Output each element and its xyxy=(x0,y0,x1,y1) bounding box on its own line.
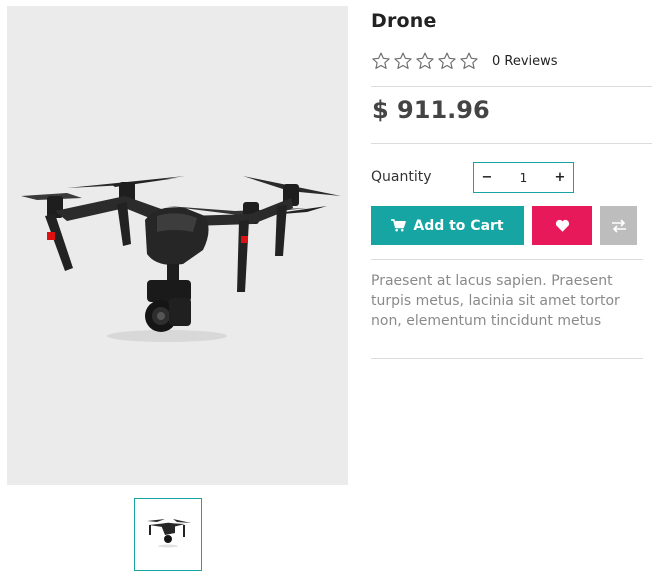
quantity-stepper: − + xyxy=(473,162,574,193)
product-title: Drone xyxy=(371,10,437,32)
quantity-increment-button[interactable]: + xyxy=(552,170,568,185)
product-rating: 0 Reviews xyxy=(371,49,558,73)
add-to-cart-button[interactable]: Add to Cart xyxy=(371,206,524,245)
add-to-cart-label: Add to Cart xyxy=(413,217,504,234)
quantity-decrement-button[interactable]: − xyxy=(479,170,495,185)
drone-thumbnail-image xyxy=(147,519,191,548)
divider xyxy=(371,86,652,87)
star-empty-icon[interactable] xyxy=(459,51,479,71)
compare-arrows-icon xyxy=(611,218,626,233)
wishlist-button[interactable] xyxy=(532,206,592,245)
product-description: Praesent at lacus sapien. Praesent turpi… xyxy=(371,273,620,329)
product-page: Drone 0 Reviews $ 911.96 Quantity − + xyxy=(0,0,668,584)
compare-button[interactable] xyxy=(600,206,637,245)
product-price: $ 911.96 xyxy=(372,96,490,124)
heart-icon xyxy=(555,219,569,232)
star-empty-icon[interactable] xyxy=(371,51,391,71)
quantity-label: Quantity xyxy=(371,169,432,185)
shopping-cart-icon xyxy=(391,219,407,232)
rating-stars[interactable] xyxy=(371,51,479,71)
main-product-image[interactable] xyxy=(7,6,348,485)
divider xyxy=(371,358,643,359)
thumbnail-drone[interactable] xyxy=(134,498,202,571)
star-empty-icon[interactable] xyxy=(415,51,435,71)
drone-image xyxy=(21,176,341,342)
star-empty-icon[interactable] xyxy=(393,51,413,71)
reviews-link[interactable]: 0 Reviews xyxy=(492,54,558,69)
star-empty-icon[interactable] xyxy=(437,51,457,71)
quantity-input[interactable] xyxy=(501,169,546,186)
divider xyxy=(371,259,643,260)
divider xyxy=(371,143,652,144)
